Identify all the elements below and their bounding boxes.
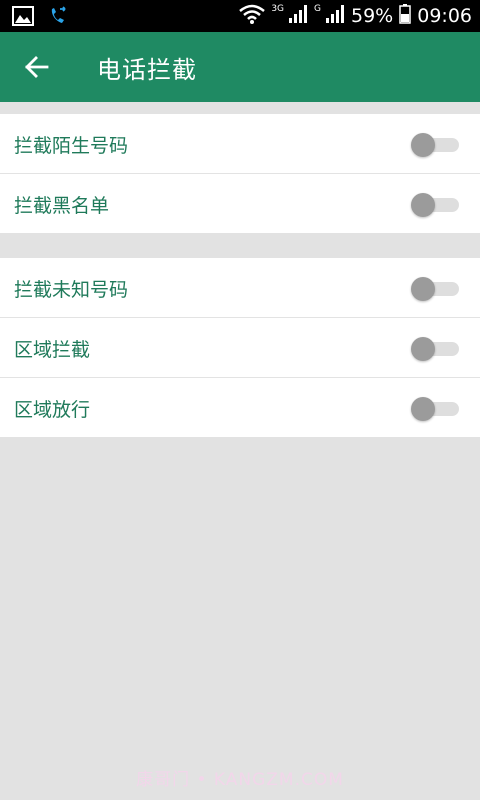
battery-icon bbox=[399, 4, 411, 28]
back-button[interactable] bbox=[22, 52, 52, 82]
signal-icon-2 bbox=[325, 4, 345, 28]
status-bar: 3G G 59% 09:06 bbox=[0, 0, 480, 32]
setting-label: 拦截未知号码 bbox=[14, 279, 129, 301]
clock: 09:06 bbox=[417, 5, 472, 27]
switch-thumb bbox=[411, 397, 435, 421]
settings-group-2: 拦截未知号码 区域拦截 区域放行 bbox=[0, 258, 480, 437]
switch-thumb bbox=[411, 193, 435, 217]
toggle-switch-block-strangers[interactable] bbox=[411, 133, 461, 157]
page-title: 电话拦截 bbox=[97, 56, 197, 84]
switch-thumb bbox=[411, 337, 435, 361]
setting-label: 区域拦截 bbox=[14, 339, 91, 361]
setting-row-region-block[interactable]: 区域拦截 bbox=[0, 318, 480, 378]
battery-percent: 59% bbox=[351, 5, 394, 27]
network-type-label: 3G bbox=[271, 4, 285, 14]
arrow-left-icon bbox=[22, 56, 52, 86]
phone-forward-icon bbox=[48, 6, 68, 30]
switch-thumb bbox=[411, 277, 435, 301]
settings-group-1: 拦截陌生号码 拦截黑名单 bbox=[0, 114, 480, 233]
setting-label: 拦截黑名单 bbox=[14, 195, 110, 217]
setting-row-block-blacklist[interactable]: 拦截黑名单 bbox=[0, 174, 480, 233]
toggle-switch-region-block[interactable] bbox=[411, 337, 461, 361]
wifi-icon bbox=[239, 4, 266, 28]
setting-row-block-unknown[interactable]: 拦截未知号码 bbox=[0, 258, 480, 318]
switch-thumb bbox=[411, 133, 435, 157]
app-bar: 电话拦截 bbox=[0, 32, 480, 102]
signal-icon bbox=[288, 4, 308, 28]
watermark: 康哥门 • KANGZM.COM bbox=[136, 770, 344, 790]
setting-row-region-allow[interactable]: 区域放行 bbox=[0, 378, 480, 437]
toggle-switch-block-unknown[interactable] bbox=[411, 277, 461, 301]
toggle-switch-region-allow[interactable] bbox=[411, 397, 461, 421]
setting-label: 拦截陌生号码 bbox=[14, 135, 129, 157]
toggle-switch-block-blacklist[interactable] bbox=[411, 193, 461, 217]
network-type-label-2: G bbox=[314, 4, 321, 14]
setting-row-block-strangers[interactable]: 拦截陌生号码 bbox=[0, 114, 480, 174]
setting-label: 区域放行 bbox=[14, 399, 91, 421]
gallery-icon bbox=[12, 6, 34, 30]
